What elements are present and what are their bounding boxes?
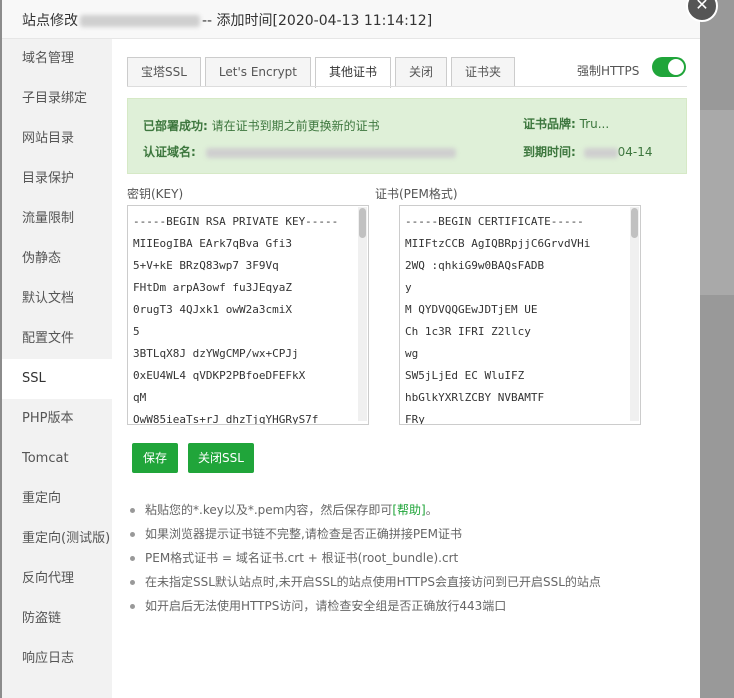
pem-line: Ch 1c3R IFRI Z2llcy	[405, 325, 531, 338]
pem-line: -----BEGIN CERTIFICATE-----	[405, 215, 584, 228]
sidebar-item-subdir[interactable]: 子目录绑定	[2, 79, 112, 119]
pem-line: M QYDVQQGEwJDTjEM UE	[405, 303, 538, 316]
key-line: OwW85ieaTs+rJ dhzTjqYHGRyS7f	[133, 413, 319, 425]
key-scrollbar[interactable]	[358, 207, 367, 421]
tab-other-cert[interactable]: 其他证书	[315, 57, 392, 88]
key-label: 密钥(KEY)	[127, 187, 184, 201]
tab-bt-ssl[interactable]: 宝塔SSL	[127, 57, 201, 86]
sidebar-item-redirect-beta[interactable]: 重定向(测试版)	[2, 519, 112, 559]
title-prefix: 站点修改	[22, 13, 78, 29]
key-line: qM	[133, 391, 147, 404]
pem-label: 证书(PEM格式)	[375, 187, 458, 201]
tips-list: 粘贴您的*.key以及*.pem内容，然后保存即可[帮助]。 如果浏览器提示证书…	[127, 498, 601, 618]
sidebar-item-response-log[interactable]: 响应日志	[2, 639, 112, 679]
tab-close[interactable]: 关闭	[395, 57, 448, 86]
tip-paste: 粘贴您的*.key以及*.pem内容，然后保存即可[帮助]。	[127, 498, 601, 522]
pem-textarea[interactable]: -----BEGIN CERTIFICATE----- MIIFtzCCB Ag…	[399, 205, 641, 425]
sidebar-item-dir-protect[interactable]: 目录保护	[2, 159, 112, 199]
pem-line: 2WQ :qhkiG9w0BAQsFADB	[405, 259, 545, 272]
sidebar-item-redirect[interactable]: 重定向	[2, 479, 112, 519]
brand-label: 证书品牌:	[523, 117, 576, 131]
toggle-knob	[668, 59, 684, 75]
pem-line: MIIFtzCCB AgIQBRpjjC6GrvdVHi	[405, 237, 591, 250]
dialog-title: 站点修改 -- 添加时间[2020-04-13 11:14:12]	[22, 10, 432, 30]
key-line: 3BTLqX8J dzYWgCMP/wx+CPJj	[133, 347, 299, 360]
key-line: 5	[133, 325, 140, 338]
pem-scrollbar[interactable]	[630, 207, 639, 421]
ssl-status-alert: 已部署成功: 请在证书到期之前更换新的证书 认证域名: 证书品牌: Tru...…	[127, 98, 687, 174]
key-line: FHtDm arpA3owf fu3JEqyaZ	[133, 281, 292, 294]
tab-divider	[127, 86, 687, 87]
key-line: 5+V+kE BRzQ83wp7 3F9Vq	[133, 259, 279, 272]
expire-value: 04-14	[617, 145, 653, 159]
domain-row: 认证域名:	[143, 143, 456, 160]
sidebar-item-domain[interactable]: 域名管理	[2, 39, 112, 79]
force-https-toggle[interactable]	[652, 57, 686, 77]
tip-pem-format: PEM格式证书 = 域名证书.crt + 根证书(root_bundle).cr…	[127, 546, 601, 570]
deployed-row: 已部署成功: 请在证书到期之前更换新的证书	[143, 117, 380, 134]
force-https-label: 强制HTTPS	[577, 64, 640, 78]
deployed-label: 已部署成功:	[143, 119, 208, 133]
key-line: MIIEogIBA EArk7qBva Gfi3	[133, 237, 292, 250]
key-line: 0xEU4WL4 qVDKP2PBfoeDFEFkX	[133, 369, 306, 382]
sidebar-item-reverse-proxy[interactable]: 反向代理	[2, 559, 112, 599]
tab-lets-encrypt[interactable]: Let's Encrypt	[204, 57, 311, 86]
expire-label: 到期时间:	[523, 145, 576, 159]
sidebar-item-php[interactable]: PHP版本	[2, 399, 112, 439]
pem-line: FRy	[405, 413, 425, 425]
tip-default-site: 在未指定SSL默认站点时,未开启SSL的站点使用HTTPS会直接访问到已开启SS…	[127, 570, 601, 594]
sidebar-item-traffic-limit[interactable]: 流量限制	[2, 199, 112, 239]
tip-chain: 如果浏览器提示证书链不完整,请检查是否正确拼接PEM证书	[127, 522, 601, 546]
key-textarea[interactable]: -----BEGIN RSA PRIVATE KEY----- MIIEogIB…	[127, 205, 369, 425]
sidebar-item-tomcat[interactable]: Tomcat	[2, 439, 112, 479]
sidebar-item-rewrite[interactable]: 伪静态	[2, 239, 112, 279]
tab-cert-folder[interactable]: 证书夹	[451, 57, 516, 86]
tip-port-443: 如开启后无法使用HTTPS访问，请检查安全组是否正确放行443端口	[127, 594, 601, 618]
help-link[interactable]: [帮助]	[392, 503, 425, 517]
pem-line: y	[405, 281, 412, 294]
sidebar-item-default-doc[interactable]: 默认文档	[2, 279, 112, 319]
backdrop	[700, 0, 734, 698]
close-ssl-button[interactable]: 关闭SSL	[188, 443, 254, 473]
dialog-title-bar: 站点修改 -- 添加时间[2020-04-13 11:14:12]	[2, 0, 700, 39]
ssl-tabs: 宝塔SSL Let's Encrypt 其他证书 关闭 证书夹	[127, 57, 519, 88]
key-line: -----BEGIN RSA PRIVATE KEY-----	[133, 215, 339, 228]
redacted-site-name	[80, 15, 200, 27]
sidebar-item-ssl[interactable]: SSL	[2, 359, 112, 399]
deployed-message: 请在证书到期之前更换新的证书	[211, 119, 380, 133]
domain-label: 认证域名:	[143, 145, 196, 159]
brand-value: Tru...	[579, 117, 610, 131]
pem-line: hbGlkYXRlZCBY NVBAMTF	[405, 391, 545, 404]
sidebar: 域名管理 子目录绑定 网站目录 目录保护 流量限制 伪静态 默认文档 配置文件 …	[2, 39, 112, 698]
save-button[interactable]: 保存	[132, 443, 178, 473]
site-modify-dialog: 站点修改 -- 添加时间[2020-04-13 11:14:12] 域名管理 子目…	[2, 0, 700, 698]
redacted-year	[583, 147, 618, 158]
pem-line: SW5jLjEd EC WluIFZ	[405, 369, 525, 382]
pem-line: wg	[405, 347, 419, 360]
expire-row: 到期时间: 04-14	[523, 143, 653, 160]
brand-row: 证书品牌: Tru...	[523, 115, 609, 132]
key-line: 0rugT3 4QJxk1 owW2a3cmiX	[133, 303, 292, 316]
title-suffix: -- 添加时间[2020-04-13 11:14:12]	[202, 13, 433, 29]
sidebar-item-hotlink[interactable]: 防盗链	[2, 599, 112, 639]
sidebar-item-site-dir[interactable]: 网站目录	[2, 119, 112, 159]
ssl-panel: 宝塔SSL Let's Encrypt 其他证书 关闭 证书夹 强制HTTPS …	[112, 39, 700, 698]
redacted-domain	[205, 147, 456, 158]
sidebar-item-config[interactable]: 配置文件	[2, 319, 112, 359]
